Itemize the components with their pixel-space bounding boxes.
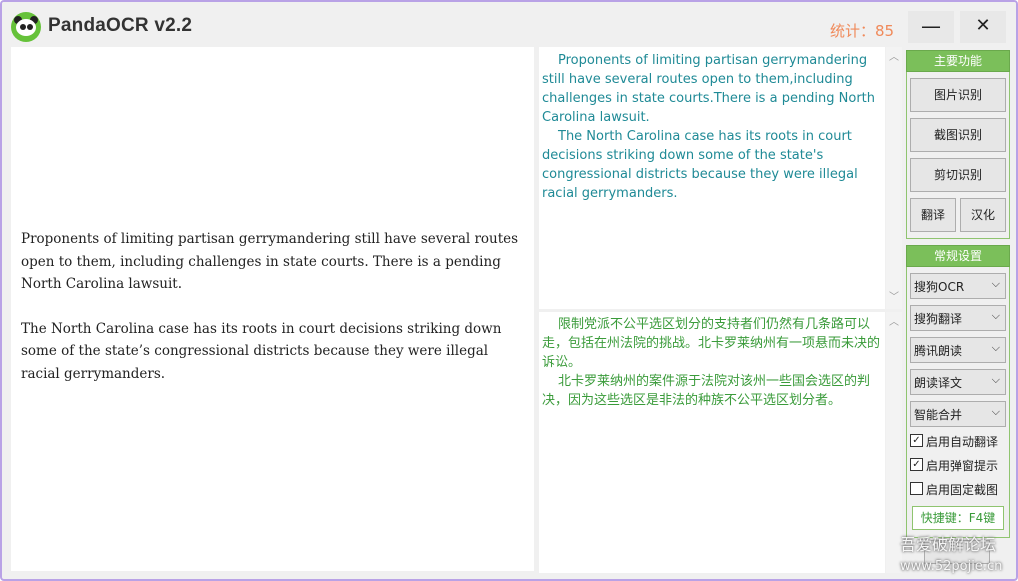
chevron-down-icon: ⌵ — [991, 373, 1000, 386]
translate-engine-select[interactable]: 搜狗翻译 ⌵ — [910, 305, 1006, 331]
translation-pane[interactable]: 限制党派不公平选区划分的支持者们仍然有几条路可以走，包括在州法院的挑战。北卡罗莱… — [539, 312, 885, 573]
app-window: PandaOCR v2.2 统计：85 — ✕ Proponents of li… — [0, 0, 1018, 581]
source-text-pane[interactable]: Proponents of limiting partisan gerryman… — [11, 47, 534, 571]
checkbox-label: 启用自动翻译 — [926, 435, 999, 449]
main-functions-header: 主要功能 — [906, 50, 1010, 72]
hotkey-display: 快捷键：F4键 — [912, 506, 1004, 530]
checkbox-label: 启用固定截图 — [926, 483, 999, 497]
select-value: 腾讯朗读 — [914, 344, 963, 358]
select-value: 搜狗OCR — [914, 280, 965, 294]
panda-logo-icon — [11, 12, 41, 42]
chevron-down-icon: ⌵ — [991, 309, 1000, 322]
merge-mode-select[interactable]: 智能合并 ⌵ — [910, 401, 1006, 427]
clipboard-ocr-button[interactable]: 剪切识别 — [910, 158, 1006, 192]
ocr-result-text[interactable]: Proponents of limiting partisan gerryman… — [542, 51, 878, 203]
checkbox-box[interactable]: ✓ — [910, 458, 923, 471]
screenshot-ocr-button[interactable]: 截图识别 — [910, 118, 1006, 152]
select-value: 搜狗翻译 — [914, 312, 963, 326]
select-value: 智能合并 — [914, 408, 963, 422]
source-text[interactable]: Proponents of limiting partisan gerryman… — [21, 228, 527, 407]
chevron-down-icon: ⌵ — [991, 341, 1000, 354]
scroll-up-icon[interactable]: ︿ — [888, 318, 900, 328]
tts-engine-select[interactable]: 腾讯朗读 ⌵ — [910, 337, 1006, 363]
chevron-down-icon: ⌵ — [991, 277, 1000, 290]
translation-paragraph: 限制党派不公平选区划分的支持者们仍然有几条路可以走，包括在州法院的挑战。北卡罗莱… — [542, 317, 881, 370]
checkbox-box[interactable] — [910, 482, 923, 495]
ocr-scrollbar[interactable]: ︿ ﹀ — [886, 47, 902, 309]
translation-paragraph: 北卡罗莱纳州的案件源于法院对该州一些国会选区的判决，因为这些选区是非法的种族不公… — [542, 374, 871, 408]
scroll-down-icon[interactable]: ﹀ — [888, 293, 900, 303]
select-value: 朗读译文 — [914, 376, 963, 390]
ocr-paragraph: The North Carolina case has its roots in… — [542, 129, 858, 201]
checkbox-box[interactable]: ✓ — [910, 434, 923, 447]
app-title: PandaOCR v2.2 — [48, 15, 193, 36]
translate-button[interactable]: 翻译 — [910, 198, 956, 232]
ocr-result-pane[interactable]: Proponents of limiting partisan gerryman… — [539, 47, 885, 309]
ocr-paragraph: Proponents of limiting partisan gerryman… — [542, 53, 876, 125]
translation-text[interactable]: 限制党派不公平选区划分的支持者们仍然有几条路可以走，包括在州法院的挑战。北卡罗莱… — [542, 315, 880, 410]
scroll-up-icon[interactable]: ︿ — [888, 53, 900, 63]
ocr-engine-select[interactable]: 搜狗OCR ⌵ — [910, 273, 1006, 299]
image-ocr-button[interactable]: 图片识别 — [910, 78, 1006, 112]
minimize-button[interactable]: — — [908, 11, 954, 43]
chevron-down-icon: ⌵ — [991, 405, 1000, 418]
title-bar[interactable]: PandaOCR v2.2 统计：85 — ✕ — [2, 2, 1016, 46]
close-button[interactable]: ✕ — [960, 11, 1006, 43]
tts-language-select[interactable]: 朗读译文 ⌵ — [910, 369, 1006, 395]
chinese-button[interactable]: 汉化 — [960, 198, 1006, 232]
source-paragraph: Proponents of limiting partisan gerryman… — [21, 231, 519, 292]
settings-header: 常规设置 — [906, 245, 1010, 267]
watermark-line: www.52pojie.cn — [900, 559, 1003, 574]
source-paragraph: The North Carolina case has its roots in… — [21, 320, 502, 382]
checkbox-label: 启用弹窗提示 — [926, 459, 999, 473]
stats-counter: 统计：85 — [830, 22, 895, 40]
watermark-line: 吾爱破解论坛 — [900, 535, 997, 554]
watermark: 吾爱破解论坛 www.52pojie.cn — [900, 532, 1016, 578]
